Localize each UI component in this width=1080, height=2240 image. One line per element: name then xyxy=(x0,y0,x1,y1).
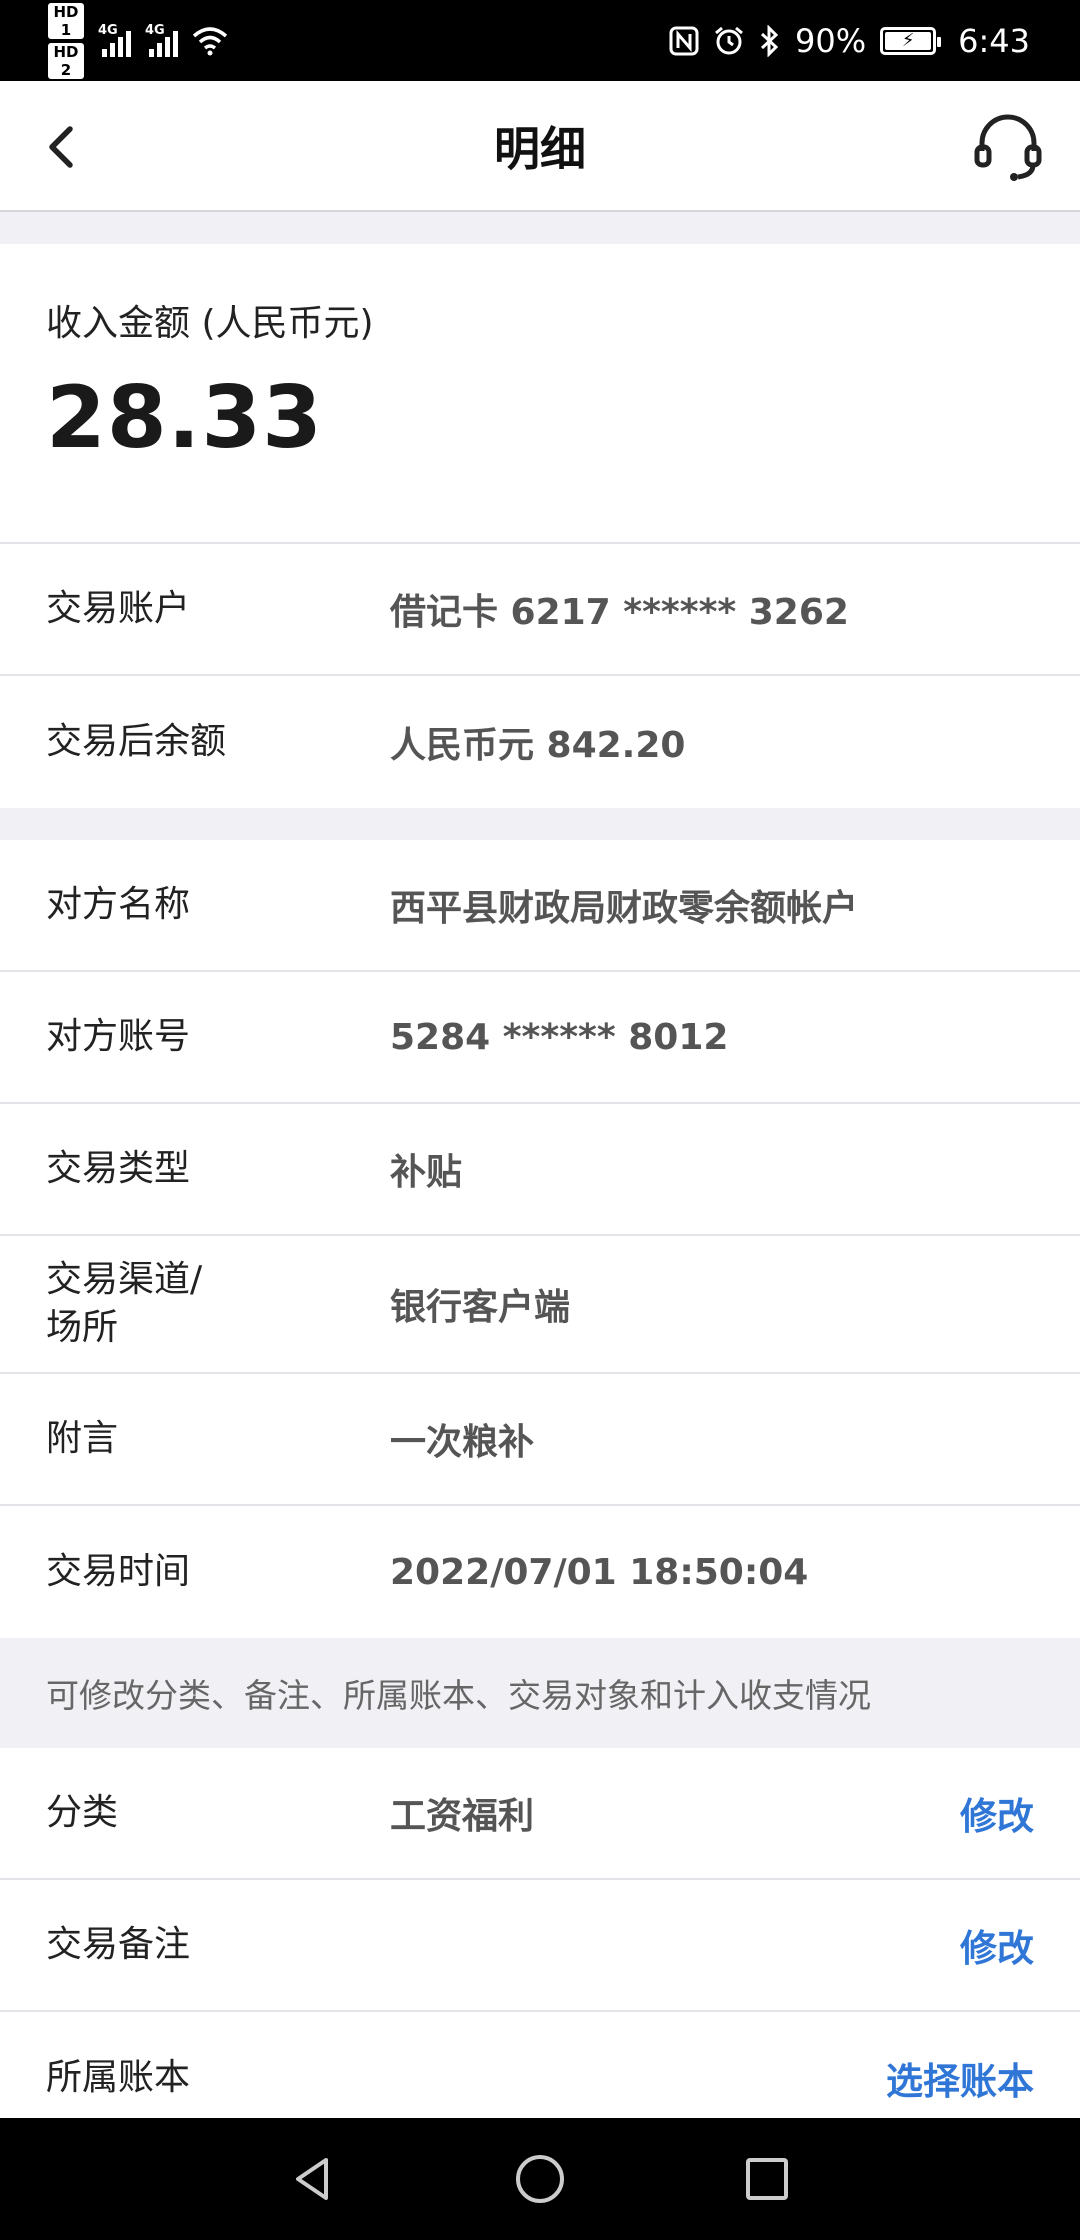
row-key: 交易后余额 xyxy=(46,721,227,762)
bluetooth-icon xyxy=(760,24,779,57)
row-key: 交易渠道/ 场所 xyxy=(46,1256,390,1352)
row-counterparty-account: 对方账号 5284 ****** 8012 xyxy=(0,972,1080,1104)
row-value: 工资福利 xyxy=(390,1796,535,1837)
amount-card: 收入金额 (人民币元) 28.33 xyxy=(0,244,1080,544)
battery-percent: 90% xyxy=(795,21,867,60)
section-gap xyxy=(0,808,1080,840)
clock: 6:43 xyxy=(958,21,1030,60)
edit-category-button[interactable]: 修改 xyxy=(960,1786,1034,1840)
back-triangle-icon xyxy=(296,2158,329,2200)
row-balance: 交易后余额 人民币元 842.20 xyxy=(0,676,1080,808)
row-value: 5284 ****** 8012 xyxy=(390,1016,729,1058)
wifi-icon xyxy=(192,26,228,55)
amount-label: 收入金额 (人民币元) xyxy=(46,303,374,344)
sim-indicators: HD 1 HD 2 xyxy=(48,2,84,79)
row-key-line1: 交易渠道/ xyxy=(46,1259,203,1300)
row-key: 交易账户 xyxy=(46,588,191,629)
row-value: 2022/07/01 18:50:04 xyxy=(390,1551,809,1593)
row-key: 交易时间 xyxy=(46,1551,191,1592)
nav-home-button[interactable] xyxy=(500,2139,580,2219)
row-key-line2: 场所 xyxy=(46,1307,119,1348)
row-transaction-type: 交易类型 补贴 xyxy=(0,1104,1080,1236)
row-key: 对方账号 xyxy=(46,1016,191,1057)
battery-icon: ⚡ xyxy=(880,26,942,55)
edit-hint: 可修改分类、备注、所属账本、交易对象和计入收支情况 xyxy=(0,1638,1080,1748)
sim1-indicator: HD 1 xyxy=(48,2,84,39)
headset-icon xyxy=(974,114,1042,181)
row-value: 借记卡 6217 ****** 3262 xyxy=(390,592,849,633)
nav-recents-button[interactable] xyxy=(727,2139,807,2219)
status-bar: HD 1 HD 2 4G 4G 90% ⚡ 6:43 xyxy=(0,0,1080,81)
row-memo[interactable]: 交易备注 修改 xyxy=(0,1880,1080,2012)
section-gap xyxy=(0,212,1080,244)
row-value: 人民币元 842.20 xyxy=(390,725,686,766)
chevron-left-icon xyxy=(49,126,73,168)
row-counterparty-name: 对方名称 西平县财政局财政零余额帐户 xyxy=(0,840,1080,972)
row-key: 附言 xyxy=(46,1418,119,1459)
status-left: HD 1 HD 2 4G 4G xyxy=(48,2,228,79)
status-right: 90% ⚡ 6:43 xyxy=(669,22,1030,60)
row-key: 对方名称 xyxy=(46,884,191,925)
back-button[interactable] xyxy=(36,119,92,175)
system-nav-bar xyxy=(0,2118,1080,2240)
nav-back-button[interactable] xyxy=(273,2139,353,2219)
app-header: 明细 xyxy=(0,81,1080,212)
row-value: 补贴 xyxy=(390,1152,463,1193)
edit-memo-button[interactable]: 修改 xyxy=(960,1918,1034,1972)
row-value: 西平县财政局财政零余额帐户 xyxy=(390,888,859,929)
row-remark: 附言 一次粮补 xyxy=(0,1374,1080,1506)
row-channel: 交易渠道/ 场所 银行客户端 xyxy=(0,1236,1080,1374)
signal-2-label: 4G xyxy=(145,22,165,38)
select-ledger-button[interactable]: 选择账本 xyxy=(886,2051,1034,2105)
recents-square-icon xyxy=(745,2158,788,2200)
home-circle-icon xyxy=(515,2155,564,2203)
customer-service-button[interactable] xyxy=(972,111,1044,183)
row-transaction-time: 交易时间 2022/07/01 18:50:04 xyxy=(0,1506,1080,1638)
row-key: 分类 xyxy=(46,1792,119,1833)
row-value: 一次粮补 xyxy=(390,1422,535,1463)
row-value: 银行客户端 xyxy=(390,1287,571,1328)
row-key: 所属账本 xyxy=(46,2057,191,2098)
signal-2-icon: 4G xyxy=(145,22,178,57)
content: 收入金额 (人民币元) 28.33 交易账户 借记卡 6217 ****** 3… xyxy=(0,212,1080,2144)
alarm-icon xyxy=(715,26,743,54)
signal-1-label: 4G xyxy=(98,22,118,38)
amount-value: 28.33 xyxy=(46,368,324,468)
signal-1-icon: 4G xyxy=(98,22,131,57)
row-account: 交易账户 借记卡 6217 ****** 3262 xyxy=(0,544,1080,676)
page-title: 明细 xyxy=(494,121,586,176)
nfc-icon xyxy=(669,26,699,55)
row-category[interactable]: 分类 工资福利 修改 xyxy=(0,1748,1080,1880)
sim2-indicator: HD 2 xyxy=(48,42,84,79)
row-key: 交易备注 xyxy=(46,1924,191,1965)
row-key: 交易类型 xyxy=(46,1148,191,1189)
